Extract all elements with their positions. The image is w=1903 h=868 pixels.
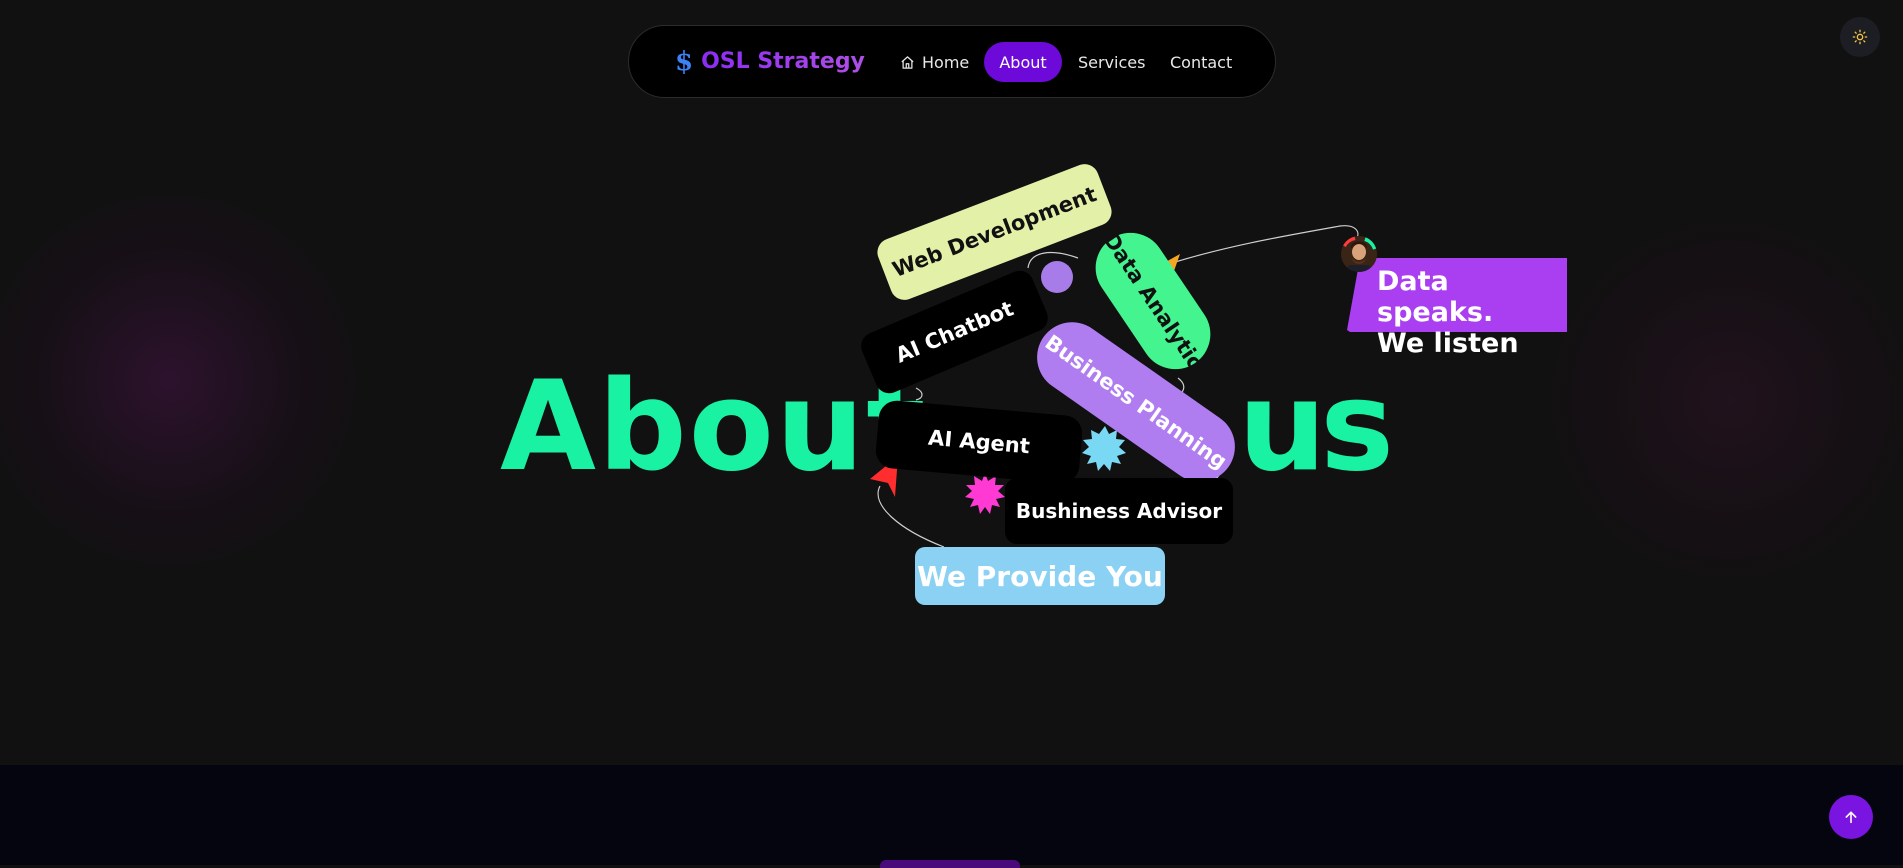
nav-item-home[interactable]: Home: [900, 42, 969, 82]
brand-logo[interactable]: $ OSL Strategy: [675, 26, 865, 97]
connector-line: [1171, 225, 1359, 264]
theme-toggle-button[interactable]: [1840, 17, 1880, 57]
pink-starburst-icon: [965, 473, 1005, 514]
brand-name: OSL Strategy: [701, 49, 865, 74]
nav-item-contact[interactable]: Contact: [1170, 42, 1232, 82]
nav-item-about-label: About: [999, 52, 1047, 72]
scroll-to-top-button[interactable]: [1829, 795, 1873, 839]
nav-item-home-label: Home: [922, 52, 970, 72]
nav-item-about[interactable]: About: [984, 42, 1062, 82]
nav-item-services[interactable]: Services: [1078, 42, 1145, 82]
next-section-peek: [880, 860, 1020, 868]
sun-icon: [1852, 29, 1868, 45]
nav-item-contact-label: Contact: [1170, 52, 1233, 72]
speech-bubble: Data speaks. We listen: [1347, 258, 1567, 359]
arrow-up-icon: [1845, 811, 1857, 824]
speech-bubble-line-2: We listen: [1377, 328, 1519, 359]
pill-ai-chatbot: AI Chatbot: [856, 266, 1053, 398]
background-glow-left: [0, 170, 380, 590]
avatar: [1341, 236, 1377, 272]
speech-bubble-text: Data speaks. We listen: [1377, 266, 1567, 359]
connector-line: [1027, 251, 1079, 269]
home-icon: [901, 55, 914, 69]
hero-title-about: About: [500, 355, 928, 499]
hero-title-us: us: [1238, 355, 1394, 499]
pill-we-provide-you: We Provide You: [915, 547, 1165, 605]
pill-business-advisor: Bushiness Advisor: [1005, 478, 1233, 544]
nav-item-services-label: Services: [1078, 52, 1146, 72]
speech-bubble-line-1: Data speaks.: [1377, 266, 1494, 328]
background-glow-right: [1520, 180, 1903, 620]
next-section-band: [0, 765, 1903, 865]
purple-dot: [1041, 261, 1073, 293]
top-navigation: $ OSL Strategy Home About Services Conta…: [628, 25, 1276, 98]
avatar-portrait-icon: [1341, 236, 1377, 272]
brand-mark-icon: $: [675, 46, 694, 77]
